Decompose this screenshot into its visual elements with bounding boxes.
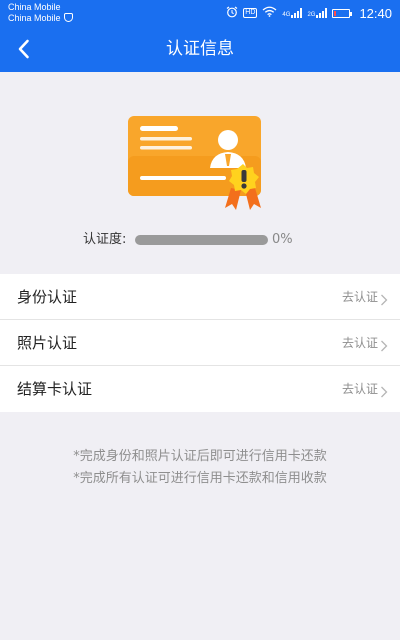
verification-progress: 认证度: 0%: [0, 230, 400, 250]
clock: 12:40: [359, 5, 392, 21]
id-card-illustration: [128, 116, 274, 216]
list-item-settlement-card[interactable]: 结算卡认证 去认证: [0, 366, 400, 412]
list-item-action: 去认证: [341, 382, 378, 396]
status-bar: China Mobile China Mobile HD 4G 2G 12:40: [0, 0, 400, 27]
progress-bar: [135, 235, 268, 245]
list-item-label: 结算卡认证: [17, 380, 93, 398]
carrier-1: China Mobile: [8, 2, 61, 12]
carrier-info: China Mobile China Mobile: [8, 2, 73, 24]
carrier-2: China Mobile: [8, 13, 61, 23]
list-item-action: 去认证: [341, 290, 378, 304]
network-type-1: 4G: [282, 12, 291, 18]
system-icons: HD 4G 2G 12:40: [226, 4, 392, 22]
signal-icon-2: 2G: [307, 8, 328, 18]
list-item-label: 照片认证: [17, 334, 78, 352]
hd-badge: HD: [243, 8, 258, 18]
progress-percent: 0%: [272, 232, 293, 247]
list-item-identity[interactable]: 身份认证 去认证: [0, 274, 400, 320]
signal-icon-1: 4G: [282, 8, 303, 18]
chevron-right-icon: [380, 291, 388, 306]
progress-label: 认证度:: [83, 232, 127, 247]
verification-list: 身份认证 去认证 照片认证 去认证 结算卡认证 去认证: [0, 274, 400, 412]
shield-icon: [63, 13, 73, 22]
list-item-label: 身份认证: [17, 288, 78, 306]
list-item-action: 去认证: [341, 336, 378, 350]
chevron-right-icon: [380, 337, 388, 352]
list-item-photo[interactable]: 照片认证 去认证: [0, 320, 400, 366]
note-line: *完成所有认证可进行信用卡还款和信用收款: [73, 471, 327, 486]
verification-summary: 认证度: 0%: [0, 72, 400, 272]
chevron-right-icon: [380, 383, 388, 398]
page-title: 认证信息: [166, 39, 234, 59]
battery-level: [334, 10, 337, 16]
nav-bar: 认证信息: [0, 27, 400, 72]
alarm-icon: [226, 6, 238, 21]
network-type-2: 2G: [307, 12, 316, 18]
wifi-icon: [262, 6, 277, 20]
battery-icon: [332, 8, 353, 18]
notes: *完成身份和照片认证后即可进行信用卡还款 *完成所有认证可进行信用卡还款和信用收…: [0, 446, 400, 490]
note-line: *完成身份和照片认证后即可进行信用卡还款: [73, 449, 327, 464]
